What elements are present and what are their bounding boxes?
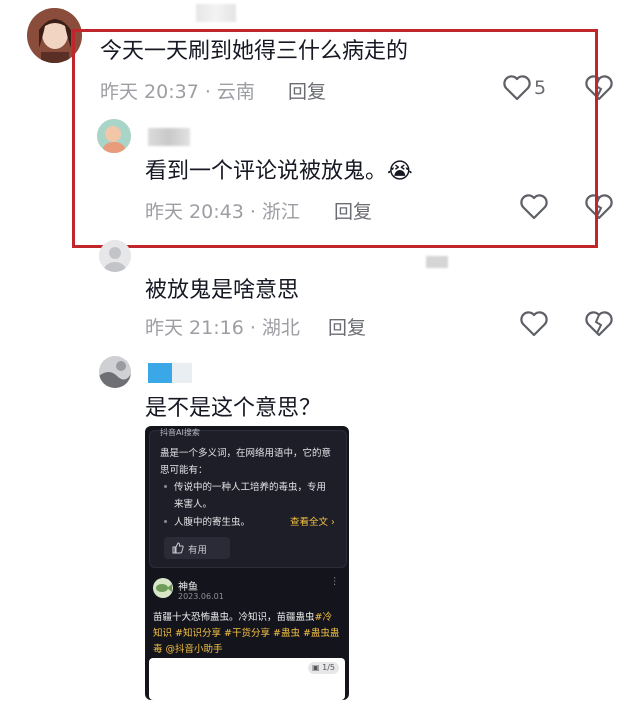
ai-card-header: 抖音AI搜索 <box>160 428 200 437</box>
hashtag: #冷 <box>314 612 332 623</box>
post-author: 神鱼 <box>178 582 198 593</box>
post-date: 2023.06.01 <box>178 592 224 601</box>
username-blurred[interactable] <box>196 4 236 22</box>
like-icon[interactable] <box>520 311 548 337</box>
comment-text: 是不是这个意思？ <box>145 396 322 421</box>
post-caption-line: 苗疆十大恐怖蛊虫。冷知识，苗疆蛊虫#冷 <box>153 609 332 623</box>
username-blurred[interactable] <box>426 256 448 268</box>
comment-image[interactable]: 抖音AI搜索 蛊是一个多义词，在网络用语中，它的意 思可能有： 传说中的一种人工… <box>145 426 349 700</box>
page-indicator-text: 1/5 <box>322 663 335 672</box>
user-avatar-icon <box>99 240 131 272</box>
post-caption-line: 知识 #知识分享 #干货分享 #蛊虫 #蛊虫蛊 <box>153 628 340 639</box>
more-icon: ⋮ <box>330 576 340 587</box>
useful-label: 有用 <box>188 545 208 556</box>
user-avatar-icon <box>99 356 131 388</box>
username-blurred[interactable] <box>148 363 192 383</box>
useful-button: 有用 <box>164 537 230 559</box>
view-all-link: 查看全文 › <box>290 517 335 528</box>
thumbs-up-icon <box>172 542 184 554</box>
page-indicator: ▣ 1/5 <box>308 662 339 674</box>
highlight-frame <box>72 29 598 248</box>
post-author-avatar <box>153 578 173 598</box>
ai-card-bullet: 来害人。 <box>174 499 213 510</box>
post-image-preview: ▣ 1/5 <box>149 658 345 700</box>
comment-meta: 昨天 21:16 · 湖北 <box>145 317 300 339</box>
dislike-icon[interactable] <box>585 311 613 337</box>
reply-button[interactable]: 回复 <box>328 313 366 340</box>
post-caption-line: 毒 @抖音小助手 <box>153 644 223 655</box>
image-icon: ▣ <box>312 663 320 672</box>
ai-card-bullet: 人腹中的寄生虫。 <box>174 517 251 528</box>
comment-text: 被放鬼是啥意思 <box>145 278 300 303</box>
ai-card-line: 思可能有： <box>160 465 208 476</box>
post-caption-text: 苗疆十大恐怖蛊虫。冷知识，苗疆蛊虫 <box>153 612 315 623</box>
bullet-icon <box>164 520 167 523</box>
avatar[interactable] <box>99 356 131 388</box>
ai-card-bullet: 传说中的一种人工培养的毒虫，专用 <box>174 482 327 493</box>
avatar[interactable] <box>99 240 131 272</box>
fish-icon <box>156 584 172 592</box>
ai-card-line: 蛊是一个多义词，在网络用语中，它的意 <box>160 448 332 459</box>
ai-search-card: 抖音AI搜索 蛊是一个多义词，在网络用语中，它的意 思可能有： 传说中的一种人工… <box>149 428 347 568</box>
bullet-icon <box>164 485 167 488</box>
